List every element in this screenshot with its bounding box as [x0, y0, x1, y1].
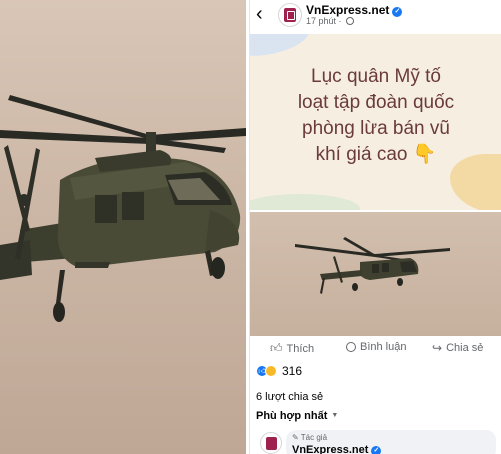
comment-button[interactable]: Bình luận [346, 341, 406, 353]
comment-label: Bình luận [360, 341, 407, 353]
share-label: Chia sẻ [446, 342, 484, 354]
page-avatar[interactable] [278, 3, 302, 27]
like-button[interactable]: 👍︎ Thích [270, 341, 314, 356]
comment-item: ✎ Tác giả VnExpress.net ✓ [250, 428, 501, 454]
facebook-post: ‹ VnExpress.net ✓ 17 phút · Lục quân Mỹ t… [249, 0, 501, 454]
comment-icon [346, 342, 356, 352]
chevron-left-icon[interactable]: ‹ [256, 4, 263, 24]
helicopter-photo-large[interactable] [0, 0, 246, 454]
page-name[interactable]: VnExpress.net ✓ [306, 3, 403, 17]
comment-author[interactable]: VnExpress.net ✓ [292, 444, 382, 454]
headline-line: khí giá cao 👇 [315, 144, 437, 165]
comment-avatar[interactable] [260, 432, 282, 454]
text-post-card[interactable]: Lục quân Mỹ tố loạt tập đoàn quốc phòng … [250, 34, 501, 210]
post-headline: Lục quân Mỹ tố loạt tập đoàn quốc phòng … [270, 64, 482, 168]
reaction-count: 316 [282, 364, 303, 378]
reactions-summary[interactable]: 👍︎ 316 [256, 364, 302, 378]
comment-sort-dropdown[interactable]: Phù hợp nhất ▼ [256, 410, 338, 422]
post-actions: 👍︎ Thích Bình luận ↪ Chia sẻ [250, 338, 501, 360]
helicopter-small-illustration [295, 237, 450, 294]
author-badge: ✎ Tác giả [292, 433, 328, 442]
share-arrow-icon: ↪ [432, 341, 443, 355]
share-button[interactable]: ↪ Chia sẻ [432, 341, 483, 355]
post-header: ‹ VnExpress.net ✓ 17 phút · [250, 0, 501, 30]
post-time[interactable]: 17 phút · [306, 16, 342, 26]
caret-down-icon: ▼ [331, 412, 339, 419]
verified-badge-icon: ✓ [371, 446, 382, 454]
haha-reaction-icon [265, 365, 277, 377]
helicopter-photo-small[interactable] [250, 212, 501, 336]
thumbs-up-icon: 👍︎ [270, 341, 283, 355]
comment-author-name[interactable]: VnExpress.net [292, 444, 368, 454]
like-label: Thích [286, 342, 315, 355]
share-count[interactable]: 6 lượt chia sẻ [256, 391, 323, 403]
decor-shape [250, 34, 313, 62]
headline-line: phòng lừa bán vũ [302, 118, 450, 139]
page-name-text[interactable]: VnExpress.net [306, 3, 389, 17]
vnexpress-logo-icon [284, 8, 296, 22]
comment-bubble: ✎ Tác giả VnExpress.net ✓ [286, 430, 496, 454]
decor-shape [250, 194, 360, 210]
vnexpress-logo-icon [265, 436, 277, 450]
headline-line: Lục quân Mỹ tố [311, 66, 441, 87]
globe-icon [346, 17, 355, 25]
headline-line: loạt tập đoàn quốc [297, 92, 455, 113]
sort-label: Phù hợp nhất [256, 410, 328, 422]
verified-badge-icon: ✓ [392, 7, 403, 17]
helicopter-illustration [0, 95, 246, 322]
post-meta: 17 phút · [306, 16, 355, 26]
